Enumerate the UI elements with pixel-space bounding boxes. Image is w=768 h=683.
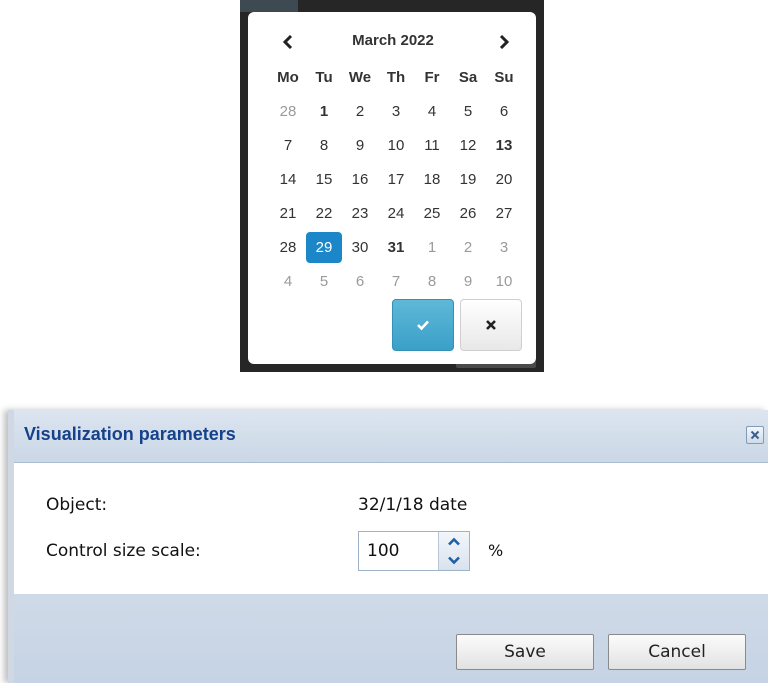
control-size-scale-stepper <box>358 531 470 571</box>
day-cell[interactable]: 14 <box>270 164 306 195</box>
control-size-scale-input[interactable] <box>359 532 435 570</box>
next-month-button[interactable] <box>492 30 516 54</box>
day-cell[interactable]: 10 <box>378 130 414 161</box>
day-cell-outside[interactable]: 10 <box>486 266 522 297</box>
dialog-footer: Save Cancel <box>14 594 768 683</box>
day-cell[interactable]: 6 <box>486 96 522 127</box>
day-cell[interactable]: 21 <box>270 198 306 229</box>
day-cell[interactable]: 15 <box>306 164 342 195</box>
day-cell[interactable]: 4 <box>414 96 450 127</box>
spin-up-button[interactable] <box>439 532 469 551</box>
week-row: 28 1 2 3 4 5 6 <box>270 94 522 128</box>
day-cell[interactable]: 7 <box>270 130 306 161</box>
chevron-up-icon <box>448 537 460 546</box>
day-cell-outside[interactable]: 1 <box>414 232 450 263</box>
day-cell-outside[interactable]: 28 <box>270 96 306 127</box>
day-cell[interactable]: 24 <box>378 198 414 229</box>
day-cell[interactable]: 20 <box>486 164 522 195</box>
day-cell-outside[interactable]: 3 <box>486 232 522 263</box>
week-row: 14 15 16 17 18 19 20 <box>270 162 522 196</box>
day-cell[interactable]: 3 <box>378 96 414 127</box>
day-cell[interactable]: 23 <box>342 198 378 229</box>
day-cell[interactable]: 19 <box>450 164 486 195</box>
day-cell[interactable]: 17 <box>378 164 414 195</box>
day-cell[interactable]: 26 <box>450 198 486 229</box>
checkmark-icon <box>417 320 429 331</box>
weekday-label: Fr <box>424 68 440 86</box>
week-row: 7 8 9 10 11 12 13 <box>270 128 522 162</box>
month-title: March 2022 <box>352 32 434 49</box>
day-cell[interactable]: 8 <box>306 130 342 161</box>
chevron-left-icon <box>282 35 293 49</box>
dialog-close-button[interactable] <box>746 426 764 444</box>
day-cell[interactable]: 5 <box>450 96 486 127</box>
week-row: 4 5 6 7 8 9 10 <box>270 264 522 298</box>
confirm-date-button[interactable] <box>392 299 454 351</box>
scale-unit: % <box>488 541 504 560</box>
week-row: 21 22 23 24 25 26 27 <box>270 196 522 230</box>
day-cell[interactable]: 18 <box>414 164 450 195</box>
day-cell[interactable]: 9 <box>342 130 378 161</box>
week-row: 28 29 30 31 1 2 3 <box>270 230 522 264</box>
weekday-label: Th <box>386 68 406 86</box>
cancel-button[interactable]: Cancel <box>608 634 746 670</box>
day-cell-outside[interactable]: 2 <box>450 232 486 263</box>
weekday-label: We <box>348 68 372 86</box>
day-cell[interactable]: 11 <box>414 130 450 161</box>
backdrop-tab <box>240 0 298 12</box>
object-value: 32/1/18 date <box>358 495 468 515</box>
weekday-label: Mo <box>277 68 299 86</box>
day-cell[interactable]: 12 <box>450 130 486 161</box>
day-cell[interactable]: 25 <box>414 198 450 229</box>
object-label: Object: <box>46 495 108 515</box>
day-cell[interactable]: 13 <box>486 130 522 161</box>
dialog-body: Object: 32/1/18 date Control size scale: <box>14 463 768 594</box>
day-cell[interactable]: 1 <box>306 96 342 127</box>
save-button[interactable]: Save <box>456 634 594 670</box>
visualization-parameters-dialog: Visualization parameters Object: 32/1/18… <box>8 410 768 683</box>
calendar-grid: Mo Tu We Th Fr Sa Su 28 1 2 3 4 5 6 7 8 … <box>270 60 522 298</box>
dialog-title: Visualization parameters <box>24 424 236 444</box>
close-picker-button[interactable] <box>460 299 522 351</box>
weekday-header-row: Mo Tu We Th Fr Sa Su <box>270 60 522 94</box>
day-cell[interactable]: 22 <box>306 198 342 229</box>
day-cell-outside[interactable]: 6 <box>342 266 378 297</box>
day-cell-outside[interactable]: 4 <box>270 266 306 297</box>
close-icon <box>486 320 496 330</box>
chevron-right-icon <box>499 35 510 49</box>
date-picker-actions <box>392 299 522 351</box>
day-cell-outside[interactable]: 9 <box>450 266 486 297</box>
close-icon <box>750 430 760 440</box>
chevron-down-icon <box>448 556 460 565</box>
spin-down-button[interactable] <box>439 551 469 570</box>
scale-spinner <box>438 532 469 570</box>
day-cell[interactable]: 27 <box>486 198 522 229</box>
day-cell-outside[interactable]: 8 <box>414 266 450 297</box>
day-cell-outside[interactable]: 7 <box>378 266 414 297</box>
weekday-label: Su <box>494 68 514 86</box>
weekday-label: Sa <box>458 68 478 86</box>
day-cell-selected[interactable]: 29 <box>306 231 342 263</box>
screen: March 2022 Mo Tu We Th Fr Sa Su 28 1 2 3… <box>0 0 768 683</box>
date-picker-header: March 2022 <box>270 30 516 54</box>
day-cell[interactable]: 30 <box>342 232 378 263</box>
date-picker: March 2022 Mo Tu We Th Fr Sa Su 28 1 2 3… <box>248 12 536 364</box>
day-cell[interactable]: 31 <box>378 232 414 263</box>
dialog-titlebar[interactable]: Visualization parameters <box>14 410 768 463</box>
control-size-scale-label: Control size scale: <box>46 541 201 561</box>
day-cell-outside[interactable]: 5 <box>306 266 342 297</box>
day-cell[interactable]: 16 <box>342 164 378 195</box>
day-cell[interactable]: 2 <box>342 96 378 127</box>
prev-month-button[interactable] <box>276 30 300 54</box>
weekday-label: Tu <box>315 68 333 86</box>
day-cell[interactable]: 28 <box>270 232 306 263</box>
